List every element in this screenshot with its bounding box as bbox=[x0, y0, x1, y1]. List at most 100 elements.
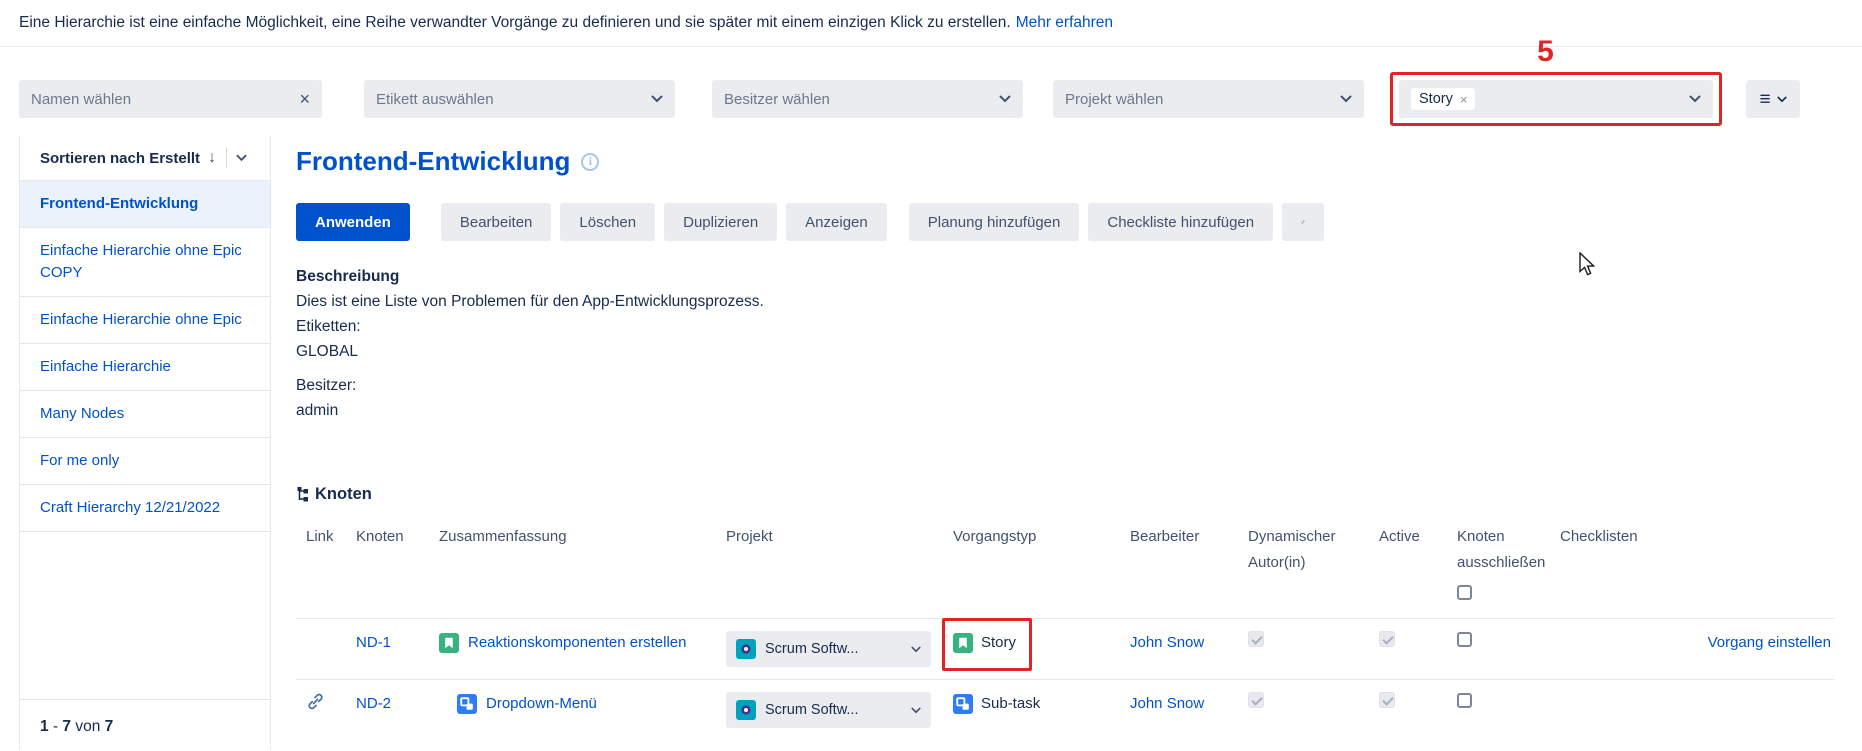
node-key-link[interactable]: ND-1 bbox=[356, 634, 391, 651]
link-icon[interactable] bbox=[306, 692, 325, 711]
exclude-cell bbox=[1438, 631, 1558, 655]
chevron-down-icon bbox=[651, 95, 663, 103]
info-icon[interactable]: i bbox=[581, 153, 599, 171]
pagination-of: von bbox=[75, 718, 100, 735]
chevron-down-icon bbox=[911, 707, 921, 714]
story-type-icon bbox=[953, 633, 973, 653]
assignee-link[interactable]: John Snow bbox=[1130, 634, 1204, 651]
owner-filter-placeholder: Besitzer wählen bbox=[724, 91, 830, 108]
link-icon bbox=[1301, 213, 1305, 231]
add-checklist-button[interactable]: Checkliste hinzufügen bbox=[1088, 203, 1273, 241]
description-block: Beschreibung Dies ist eine Liste von Pro… bbox=[296, 264, 1835, 423]
sort-control[interactable]: Sortieren nach Erstellt ↓ bbox=[20, 136, 270, 181]
add-plan-button[interactable]: Planung hinzufügen bbox=[909, 203, 1080, 241]
annotation-number: 5 bbox=[1537, 35, 1554, 69]
project-dropdown-label: Scrum Softw... bbox=[765, 698, 858, 722]
exclude-all-checkbox[interactable] bbox=[1457, 585, 1472, 600]
dynamic-author-checkbox bbox=[1248, 631, 1264, 647]
set-issue-link[interactable]: Vorgang einstellen bbox=[1708, 634, 1831, 651]
project-avatar-icon bbox=[736, 700, 756, 720]
chevron-down-icon bbox=[911, 646, 921, 653]
dynamic-author-checkbox bbox=[1248, 692, 1264, 708]
pagination-dash: - bbox=[53, 718, 58, 735]
owner-filter-select[interactable]: Besitzer wählen bbox=[712, 80, 1023, 118]
issuetype-filter-select[interactable]: Story × 5 bbox=[1399, 80, 1713, 118]
name-filter[interactable]: × bbox=[19, 80, 322, 118]
clear-icon[interactable]: × bbox=[299, 90, 310, 108]
project-dropdown[interactable]: Scrum Softw... bbox=[726, 631, 931, 667]
name-filter-input[interactable] bbox=[31, 91, 261, 108]
assignee-cell: John Snow bbox=[1116, 692, 1228, 716]
nodes-heading-label: Knoten bbox=[315, 485, 372, 504]
apply-button[interactable]: Anwenden bbox=[296, 203, 410, 241]
description-body: Dies ist eine Liste von Problemen für de… bbox=[296, 289, 1835, 314]
sidebar-item-craft-hierarchy[interactable]: Craft Hierarchy 12/21/2022 bbox=[20, 485, 270, 532]
sort-desc-icon: ↓ bbox=[208, 149, 216, 167]
view-menu-button[interactable]: ≡ bbox=[1746, 80, 1800, 118]
chevron-down-icon bbox=[1689, 95, 1701, 103]
col-active: Active bbox=[1356, 524, 1438, 550]
issuetype-filter-box[interactable]: Story × bbox=[1399, 80, 1713, 118]
duplicate-button[interactable]: Duplizieren bbox=[664, 203, 777, 241]
assignee-link[interactable]: John Snow bbox=[1130, 695, 1204, 712]
chevron-down-icon bbox=[1340, 95, 1352, 103]
sidebar-item-frontend-entwicklung[interactable]: Frontend-Entwicklung bbox=[20, 181, 270, 228]
exclude-cell bbox=[1438, 692, 1558, 716]
dynamic-author-cell bbox=[1228, 692, 1356, 716]
hierarchy-sidebar: Sortieren nach Erstellt ↓ Frontend-Entwi… bbox=[19, 136, 271, 750]
subtask-type-icon bbox=[953, 694, 973, 714]
node-key-cell: ND-2 bbox=[346, 692, 434, 716]
issue-type-cell: Sub-task bbox=[948, 692, 1116, 722]
exclude-checkbox[interactable] bbox=[1457, 693, 1472, 708]
copy-link-button[interactable] bbox=[1282, 203, 1324, 241]
table-row-nd1: ND-1 Reaktionskomponenten erstellen Scru… bbox=[296, 618, 1835, 679]
sort-label: Sortieren nach Erstellt bbox=[40, 150, 200, 167]
active-checkbox bbox=[1379, 631, 1395, 647]
summary-link[interactable]: Dropdown-Menü bbox=[486, 692, 597, 716]
issue-type-label: Story bbox=[981, 631, 1016, 655]
main-panel: Frontend-Entwicklung i Anwenden Bearbeit… bbox=[296, 136, 1835, 750]
sidebar-item-einfache-hierarchie[interactable]: Einfache Hierarchie bbox=[20, 344, 270, 391]
summary-cell: Reaktionskomponenten erstellen bbox=[434, 631, 716, 655]
exclude-checkbox[interactable] bbox=[1457, 632, 1472, 647]
col-bearbeiter: Bearbeiter bbox=[1116, 524, 1228, 550]
summary-link[interactable]: Reaktionskomponenten erstellen bbox=[468, 631, 686, 655]
label-filter-select[interactable]: Etikett auswählen bbox=[364, 80, 675, 118]
sidebar-item-many-nodes[interactable]: Many Nodes bbox=[20, 391, 270, 438]
remove-tag-icon[interactable]: × bbox=[1460, 92, 1468, 107]
issuetype-selected-tag: Story × bbox=[1411, 88, 1475, 110]
col-knoten-ausschliessen: Knoten ausschließen bbox=[1438, 524, 1558, 609]
owner-value: admin bbox=[296, 398, 1835, 423]
project-dropdown[interactable]: Scrum Softw... bbox=[726, 692, 931, 728]
edit-button[interactable]: Bearbeiten bbox=[441, 203, 552, 241]
info-banner: Eine Hierarchie ist eine einfache Möglic… bbox=[0, 0, 1862, 47]
chevron-down-icon bbox=[1777, 96, 1787, 103]
table-header-row: Link Knoten Zusammenfassung Projekt Vorg… bbox=[296, 524, 1835, 618]
sidebar-item-for-me-only[interactable]: For me only bbox=[20, 438, 270, 485]
node-key-cell: ND-1 bbox=[346, 631, 434, 655]
checklist-cell: Vorgang einstellen bbox=[1558, 631, 1835, 655]
chevron-down-icon bbox=[999, 95, 1011, 103]
summary-cell: Dropdown-Menü bbox=[434, 692, 716, 716]
label-filter-placeholder: Etikett auswählen bbox=[376, 91, 494, 108]
hierarchy-app-page: Eine Hierarchie ist eine einfache Möglic… bbox=[0, 0, 1862, 751]
content-area: Sortieren nach Erstellt ↓ Frontend-Entwi… bbox=[0, 136, 1862, 750]
sidebar-item-einfache-hierarchie-ohne-epic[interactable]: Einfache Hierarchie ohne Epic bbox=[20, 297, 270, 344]
dynamic-author-cell bbox=[1228, 631, 1356, 655]
sidebar-item-einfache-hierarchie-ohne-epic-copy[interactable]: Einfache Hierarchie ohne Epic COPY bbox=[20, 228, 270, 297]
node-key-link[interactable]: ND-2 bbox=[356, 695, 391, 712]
project-filter-select[interactable]: Projekt wählen bbox=[1053, 80, 1364, 118]
page-title: Frontend-Entwicklung bbox=[296, 146, 570, 177]
toolbar: Anwenden Bearbeiten Löschen Duplizieren … bbox=[296, 203, 1835, 241]
project-dropdown-label: Scrum Softw... bbox=[765, 637, 858, 661]
assignee-cell: John Snow bbox=[1116, 631, 1228, 655]
story-type-icon bbox=[439, 633, 459, 653]
learn-more-link[interactable]: Mehr erfahren bbox=[1016, 14, 1113, 32]
delete-button[interactable]: Löschen bbox=[560, 203, 655, 241]
issuetype-tag-label: Story bbox=[1419, 91, 1453, 107]
nodes-section-heading: Knoten bbox=[296, 485, 1835, 504]
show-button[interactable]: Anzeigen bbox=[786, 203, 887, 241]
description-heading: Beschreibung bbox=[296, 264, 1835, 289]
col-knoten-ausschliessen-label: Knoten ausschließen bbox=[1457, 528, 1545, 571]
chevron-down-icon[interactable] bbox=[236, 154, 247, 162]
